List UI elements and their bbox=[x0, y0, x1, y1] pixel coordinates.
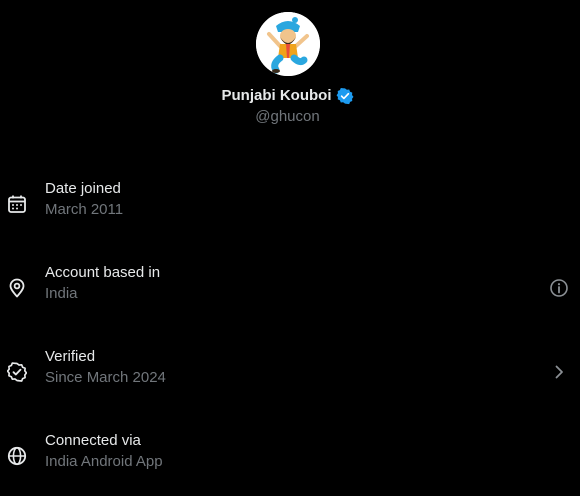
calendar-icon bbox=[7, 194, 27, 214]
avatar[interactable] bbox=[256, 12, 320, 76]
info-icon[interactable] bbox=[549, 278, 569, 298]
date-joined-title: Date joined bbox=[45, 180, 121, 197]
globe-icon bbox=[7, 446, 27, 466]
account-based-in-value: India bbox=[45, 285, 78, 302]
verified-title: Verified bbox=[45, 348, 96, 365]
connected-via-row: Connected via India Android App bbox=[0, 429, 580, 489]
verified-badge-icon[interactable] bbox=[336, 87, 354, 105]
chevron-right-icon[interactable] bbox=[549, 362, 569, 382]
verified-badge-outline-icon bbox=[7, 362, 27, 382]
verified-value: Since March 2024 bbox=[45, 369, 166, 386]
profile-header: Punjabi Kouboi @ghucon bbox=[0, 0, 580, 140]
location-pin-icon bbox=[7, 278, 27, 298]
connected-via-title: Connected via bbox=[45, 432, 141, 449]
date-joined-value: March 2011 bbox=[45, 201, 124, 218]
display-name: Punjabi Kouboi bbox=[221, 87, 332, 104]
avatar-illustration bbox=[256, 12, 320, 76]
display-name-row: Punjabi Kouboi bbox=[0, 86, 575, 106]
profile-handle: @ghucon bbox=[255, 108, 320, 125]
connected-via-value: India Android App bbox=[45, 453, 163, 470]
account-based-in-title: Account based in bbox=[45, 264, 161, 281]
verified-row[interactable]: Verified Since March 2024 bbox=[0, 345, 580, 405]
account-based-in-row: Account based in India bbox=[0, 261, 580, 321]
date-joined-row: Date joined March 2011 bbox=[0, 177, 580, 237]
